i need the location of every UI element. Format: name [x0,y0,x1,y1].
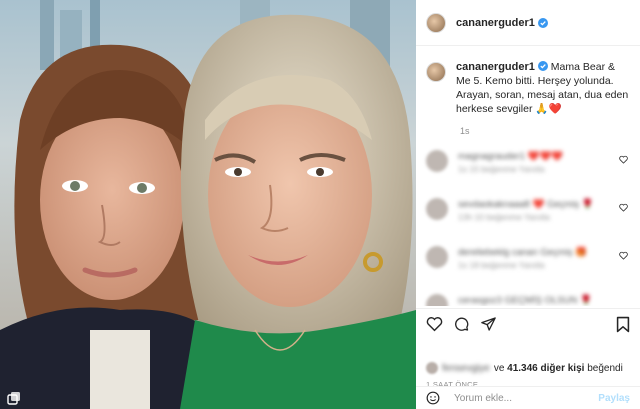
post-photo[interactable] [0,0,416,409]
list-item: cerasgoz3 GEÇMİŞ OLSUN 🌹 [416,290,640,306]
caption-username[interactable]: cananerguder1 [456,61,535,73]
comment-input[interactable]: Yorum ekle... [454,393,598,404]
header-username[interactable]: cananerguder1 [456,17,535,29]
post-header: cananerguder1 [416,0,640,46]
heart-icon[interactable] [619,203,628,212]
comments-list: magnagrauder1 ❤️❤️❤️ 1s 15 beğenme Yanıtl… [416,146,640,306]
add-comment-bar: Yorum ekle... Paylaş [416,386,640,409]
heart-icon[interactable] [619,251,628,260]
action-bar [416,308,640,348]
comment-meta: 13h 10 beğenme Yanıtla [458,212,550,222]
comment-meta: 1s 18 beğenme Yanıtla [458,260,545,270]
post-panel: cananerguder1 cananerguder1 Mama Bear & … [416,0,640,409]
avatar[interactable] [426,150,448,172]
verified-icon [537,61,548,71]
caption-emoji: 🙏❤️ [535,103,562,115]
heart-icon[interactable] [426,316,443,332]
avatar[interactable] [426,12,446,33]
avatar[interactable] [426,198,448,220]
likes-connector: ve [493,362,505,374]
share-icon[interactable] [480,316,497,332]
list-item: magnagrauder1 ❤️❤️❤️ 1s 15 beğenme Yanıtl… [416,146,640,194]
list-item: dereliebeklg canan Geçmiş 🎁 1s 18 beğenme… [416,242,640,290]
avatar [426,362,438,374]
verified-icon [537,17,548,28]
liker-name: fensevgiye [442,362,490,374]
comment-text: cerasgoz3 GEÇMİŞ OLSUN 🌹 [458,295,592,306]
likes-count[interactable]: 41.346 diğer kişi [507,363,584,374]
caption-timestamp: 1s [460,126,470,136]
comment-meta: 1s 15 beğenme Yanıtla [458,164,545,174]
caption-avatar[interactable] [426,62,446,82]
likes-summary[interactable]: fensevgiye ve 41.346 diğer kişi beğendi [426,362,623,374]
comment-text: sevdaokaknaaa8 ❤️ Geçmiş 🌹 [458,199,594,210]
comment-text: dereliebeklg canan Geçmiş 🎁 [458,247,588,258]
likes-suffix: beğendi [587,362,623,374]
emoji-icon[interactable] [426,391,440,405]
avatar[interactable] [426,294,448,306]
avatar[interactable] [426,246,448,268]
selfie-image [0,0,416,409]
comment-text: magnagrauder1 ❤️❤️❤️ [458,151,564,162]
caption: cananerguder1 Mama Bear & Me 5. Kemo bit… [416,46,640,116]
list-item: sevdaokaknaaa8 ❤️ Geçmiş 🌹 13h 10 beğenme… [416,194,640,242]
post-comment-button[interactable]: Paylaş [598,393,630,404]
comment-icon[interactable] [453,316,470,332]
heart-icon[interactable] [619,155,628,164]
bookmark-icon[interactable] [616,316,630,333]
